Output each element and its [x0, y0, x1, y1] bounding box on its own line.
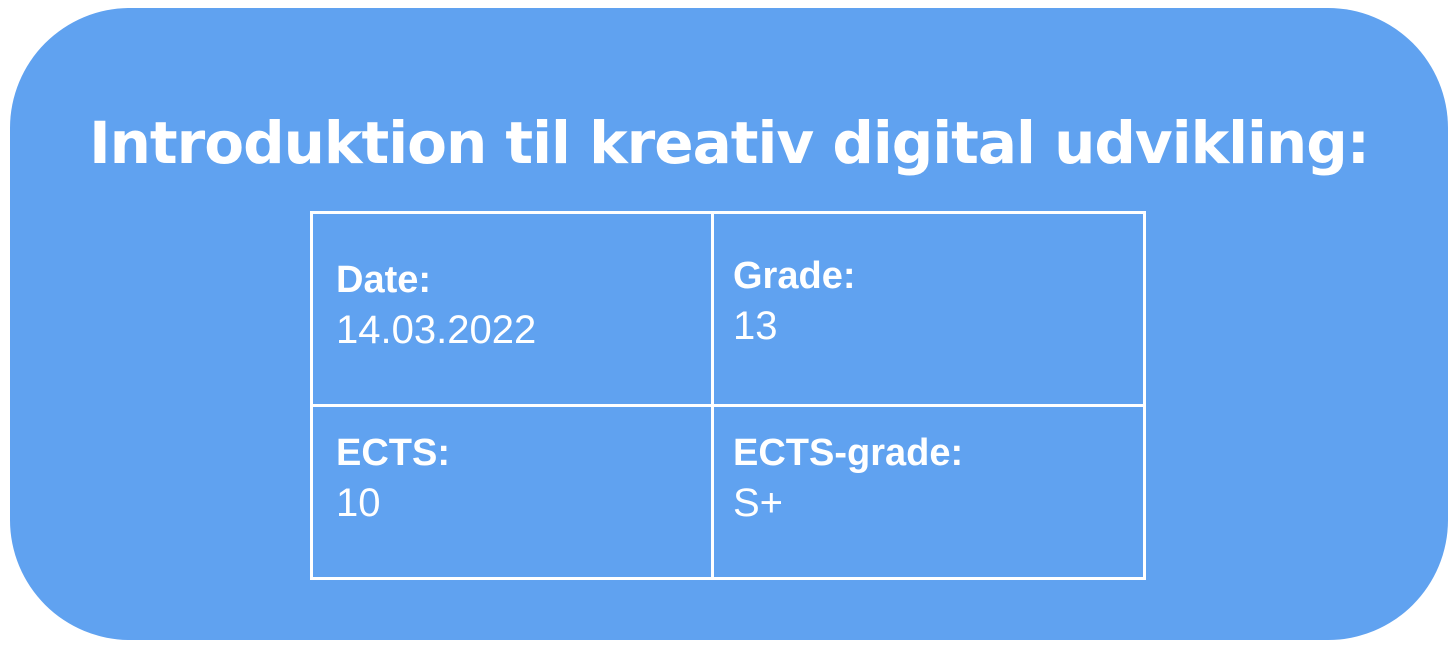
course-info-grid: Date: 14.03.2022 Grade: 13 ECTS: 10 ECTS…	[310, 211, 1146, 580]
grade-label: Grade:	[733, 255, 856, 297]
grid-vertical-divider	[711, 214, 714, 577]
date-label: Date:	[336, 259, 432, 301]
ects-cell: ECTS: 10	[336, 429, 450, 529]
course-title: Introduktion til kreativ digital udvikli…	[89, 109, 1370, 177]
ects-label: ECTS:	[336, 432, 450, 474]
ects-value: 10	[336, 481, 381, 525]
ects-grade-cell: ECTS-grade: S+	[733, 429, 963, 529]
date-cell: Date: 14.03.2022	[336, 256, 536, 356]
ects-grade-label: ECTS-grade:	[733, 432, 964, 474]
grade-cell: Grade: 13	[733, 252, 855, 352]
ects-grade-value: S+	[733, 481, 784, 525]
date-value: 14.03.2022	[336, 308, 537, 352]
course-card: Introduktion til kreativ digital udvikli…	[10, 8, 1448, 640]
grade-value: 13	[733, 304, 778, 348]
grid-horizontal-divider	[313, 404, 1143, 407]
